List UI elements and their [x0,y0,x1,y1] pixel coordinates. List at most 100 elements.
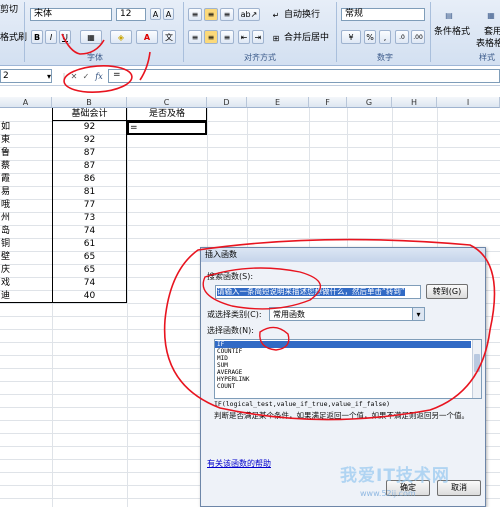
column-header-c[interactable]: C [127,97,207,108]
cell-name[interactable]: 戏 [0,277,50,290]
conditional-format-button[interactable]: 条件格式 [434,28,470,37]
column-header-h[interactable]: H [392,97,437,108]
chevron-down-icon[interactable]: ▾ [45,70,53,82]
border-icon[interactable]: ▦ [80,30,102,44]
column-header-b[interactable]: B [52,97,127,108]
cell-name[interactable]: 鲁 [0,147,50,160]
chevron-down-icon[interactable]: ▾ [412,308,424,320]
decrease-indent-icon[interactable]: ⇤ [238,30,250,44]
bold-button[interactable]: B [31,30,43,44]
cell-score[interactable]: 87 [52,160,127,173]
function-list-item[interactable]: IF [215,341,471,348]
align-right-icon[interactable]: ≡ [220,30,234,44]
cell-score[interactable]: 65 [52,264,127,277]
font-family-select[interactable]: 宋体 [30,8,112,21]
cell-name[interactable]: 東 [0,134,50,147]
column-header-i[interactable]: I [437,97,500,108]
go-button[interactable]: 转到(G) [426,284,468,299]
cell-name[interactable]: 岛 [0,225,50,238]
phonetic-icon[interactable]: 文 [162,30,176,44]
category-select[interactable]: 常用函数 ▾ [269,307,425,321]
cell-name[interactable]: 州 [0,212,50,225]
align-left-icon[interactable]: ≡ [188,30,202,44]
cell-score[interactable]: 81 [52,186,127,199]
function-list-item[interactable]: MID [215,355,471,362]
align-center-icon[interactable]: ≡ [204,30,218,44]
font-group-label: 字体 [87,53,103,62]
list-scrollbar[interactable] [472,340,481,398]
cell-name[interactable]: 壁 [0,251,50,264]
help-link[interactable]: 有关该函数的帮助 [207,460,271,468]
search-input[interactable]: 请输入一条简短说明来描述您想做什么，然后单击“转到” [215,285,421,299]
function-list-item[interactable]: AVERAGE [215,369,471,376]
cell-name[interactable]: 霞 [0,173,50,186]
cell-name[interactable]: 易 [0,186,50,199]
column-header-a[interactable]: A [0,97,52,108]
function-list[interactable]: IF COUNTIF MID SUM AVERAGE HYPERLINK COUNT [214,339,482,399]
cell-score[interactable]: 92 [52,121,127,134]
ribbon: 剪切 格式刷 宋体 12 A A B I U ▦ ◈ A 文 字体 ≡ ≡ ≡ … [0,0,500,66]
cell-score[interactable]: 74 [52,277,127,290]
decrease-decimal-icon[interactable]: .00 [411,30,425,44]
cell-score[interactable]: 40 [52,290,127,303]
column-header-g[interactable]: G [347,97,392,108]
decrease-font-icon[interactable]: A [163,8,174,20]
cell-score[interactable]: 87 [52,147,127,160]
column-header-d[interactable]: D [207,97,247,108]
align-bottom-icon[interactable]: ≡ [220,8,234,21]
active-cell[interactable]: = [127,121,207,135]
align-middle-icon[interactable]: ≡ [204,8,218,21]
apply-table-button[interactable]: 套用 [484,28,500,37]
table-format-icon: ▦ [487,10,495,20]
increase-font-icon[interactable]: A [150,8,161,20]
font-color-icon[interactable]: A [136,30,158,44]
cell-score[interactable]: 73 [52,212,127,225]
function-list-item[interactable]: COUNT [215,383,471,390]
align-top-icon[interactable]: ≡ [188,8,202,21]
increase-indent-icon[interactable]: ⇥ [252,30,264,44]
formula-input[interactable]: = [108,69,500,83]
header-cell-subject[interactable]: 基础会计 [52,108,127,121]
function-list-item[interactable]: HYPERLINK [215,376,471,383]
insert-function-icon[interactable]: fx [93,69,105,83]
styles-group-label: 样式 [479,53,495,62]
wrap-text-button[interactable]: 自动换行 [284,11,320,20]
cell-name[interactable]: 哦 [0,199,50,212]
cell-name[interactable]: 迪 [0,290,50,303]
percent-icon[interactable]: % [364,30,376,44]
header-cell-pass[interactable]: 是否及格 [127,108,207,121]
cell-score[interactable]: 77 [52,199,127,212]
search-label: 搜索函数(S): [207,272,254,281]
orientation-icon[interactable]: ab↗ [238,8,260,21]
function-list-item[interactable]: COUNTIF [215,348,471,355]
cell-score[interactable]: 86 [52,173,127,186]
cell-name[interactable]: 庆 [0,264,50,277]
font-size-select[interactable]: 12 [116,8,146,21]
grid-column-line [127,108,128,507]
cell-name[interactable]: 如 [0,121,50,134]
cell-score[interactable]: 65 [52,251,127,264]
comma-icon[interactable]: , [379,30,391,44]
function-list-item[interactable]: SUM [215,362,471,369]
number-format-select[interactable]: 常规 [341,8,425,21]
column-header-f[interactable]: F [309,97,347,108]
merge-center-button[interactable]: 合并后居中 [284,34,329,43]
cancel-formula-icon[interactable]: ✕ [69,70,79,82]
cell-score[interactable]: 92 [52,134,127,147]
cell-name[interactable]: 蔡 [0,160,50,173]
scrollbar-thumb[interactable] [474,354,480,372]
fill-color-icon[interactable]: ◈ [110,30,132,44]
enter-formula-icon[interactable]: ✓ [81,70,91,82]
cell-score[interactable]: 74 [52,225,127,238]
currency-icon[interactable]: ¥ [341,30,361,44]
increase-decimal-icon[interactable]: .0 [395,30,409,44]
cell-name[interactable]: 铜 [0,238,50,251]
column-header-e[interactable]: E [247,97,309,108]
resize-handle-icon[interactable]: ⁝ [60,71,68,81]
format-painter-button[interactable]: 格式刷 [0,34,27,43]
italic-button[interactable]: I [45,30,57,44]
group-divider [430,2,431,62]
cell-score[interactable]: 61 [52,238,127,251]
cut-button[interactable]: 剪切 [0,6,18,15]
underline-button[interactable]: U [59,30,71,44]
